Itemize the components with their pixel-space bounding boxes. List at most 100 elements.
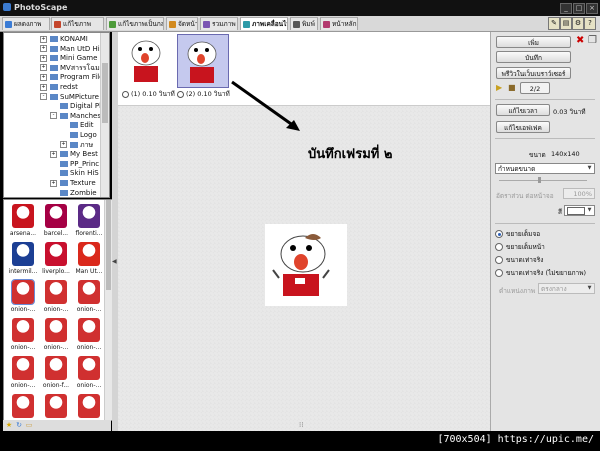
tab-2[interactable]: แก้ไขภาพ — [51, 17, 104, 30]
close-window-button[interactable]: × — [586, 3, 598, 14]
tree-item[interactable]: - SuMPicture — [40, 92, 99, 102]
fit-mode-radio[interactable]: ขยายเต็มหน้า — [495, 243, 545, 252]
tab-5[interactable]: รวมภาพ — [200, 17, 238, 30]
expand-toggle-icon[interactable]: + — [40, 83, 47, 91]
tree-item[interactable]: + Texture — [50, 178, 96, 188]
preview-browser-button[interactable]: พรีวิวในเว็บเบราว์เซอร์ — [496, 67, 571, 79]
copy-icon[interactable]: ❐ — [588, 36, 597, 46]
tree-item[interactable]: + My Best — [50, 149, 98, 159]
tab-4[interactable]: จัดหน้า — [166, 17, 198, 30]
change-time-button[interactable]: แก้ไขเวลา — [496, 104, 550, 116]
folder-icon[interactable]: ▤ — [560, 17, 572, 30]
expand-toggle-icon[interactable]: + — [50, 179, 57, 187]
thumbnail-item[interactable] — [39, 392, 73, 420]
tree-item[interactable]: - Manches — [50, 111, 101, 121]
change-effect-button[interactable]: แก้ไขเอฟเฟค — [496, 121, 550, 133]
fit-mode-radio[interactable]: ขนาดเท่าจริง (ไม่ขยายภาพ) — [495, 269, 586, 278]
tree-item[interactable]: + Mini Game — [40, 53, 97, 63]
edit-icon[interactable]: ✎ — [548, 17, 560, 30]
thumbnail-item[interactable]: onion-... — [39, 316, 73, 354]
expand-toggle-icon[interactable]: + — [50, 150, 57, 158]
expand-toggle-icon[interactable]: + — [40, 35, 47, 43]
fit-mode-radio[interactable]: ขนาดเท่าจริง — [495, 256, 543, 265]
delete-icon[interactable]: ✖ — [576, 36, 584, 46]
fit-mode-radio[interactable]: ขยายเต็มจอ — [495, 230, 540, 239]
thumbnail-item[interactable]: onion-... — [72, 316, 106, 354]
play-icon[interactable]: ▶ — [496, 83, 502, 93]
thumbnail-item[interactable]: onion-... — [6, 354, 40, 392]
expand-toggle-icon[interactable]: + — [40, 45, 47, 53]
tree-item[interactable]: + ภาษ — [60, 140, 93, 150]
thumbnail-item[interactable] — [6, 392, 40, 420]
tree-item[interactable]: Digital Pl — [50, 101, 101, 111]
resize-grip-icon[interactable]: ⁞⁞ — [299, 421, 309, 429]
add-frame-button[interactable]: เพิ่ม — [496, 36, 571, 48]
tab-icon — [323, 21, 330, 28]
thumbnail-item[interactable]: onion-... — [72, 278, 106, 316]
stop-icon[interactable]: ■ — [508, 83, 516, 93]
thumbnail-item[interactable] — [72, 392, 106, 420]
radio-dot[interactable] — [495, 256, 503, 264]
tree-item[interactable]: + KONAMI — [40, 34, 88, 44]
tab-7[interactable]: พิมพ์ — [290, 17, 318, 30]
size-preset-select[interactable]: กำหนดขนาด ▼ — [495, 163, 595, 174]
tree-item[interactable]: PP_Princ — [50, 159, 99, 169]
ratio-input[interactable]: 100% — [563, 188, 595, 199]
expand-toggle-icon[interactable]: + — [40, 64, 47, 72]
thumbnail-item[interactable]: Man Ut... — [72, 240, 106, 278]
clock-icon — [122, 90, 129, 98]
animation-frame[interactable] — [177, 34, 229, 88]
settings-icon[interactable]: ⚙ — [572, 17, 584, 30]
tree-item[interactable]: + MVสารรโฉม — [40, 63, 100, 73]
tree-item[interactable]: Zombie — [50, 188, 97, 197]
tree-item[interactable]: + Man UtD Hiçi — [40, 44, 105, 54]
animation-frame[interactable] — [122, 34, 172, 86]
minimize-button[interactable]: _ — [560, 3, 572, 14]
expand-toggle-icon[interactable]: + — [40, 73, 47, 81]
thumbnail-image — [12, 242, 34, 266]
tab-6[interactable]: ภาพเคลื่อนไหว — [240, 17, 288, 30]
tree-item[interactable]: Logo — [60, 130, 97, 140]
thumbnail-caption: onion-... — [76, 344, 102, 351]
tab-8[interactable]: หน้าหลัก — [320, 17, 358, 30]
expand-toggle-icon[interactable]: - — [50, 112, 57, 120]
star-icon[interactable]: ★ — [5, 421, 13, 429]
thumbnail-item[interactable]: arsena... — [6, 202, 40, 240]
color-picker[interactable]: ▼ — [564, 205, 595, 216]
thumbnail-item[interactable]: onion-f... — [39, 354, 73, 392]
size-slider-thumb[interactable] — [538, 177, 541, 183]
thumbnail-item[interactable]: barcel... — [39, 202, 73, 240]
tab-icon — [243, 21, 250, 28]
tree-item[interactable]: + Program File — [40, 72, 103, 82]
thumbnail-item[interactable]: onion-... — [39, 278, 73, 316]
thumbnail-grid[interactable]: arsena... barcel... florenti... intermil...… — [3, 199, 113, 421]
help-icon[interactable]: ? — [584, 17, 596, 30]
thumbnail-item[interactable]: onion-... — [6, 316, 40, 354]
thumbnail-item[interactable]: onion-... — [6, 278, 40, 316]
tree-item-label: Man UtD Hiçi — [60, 44, 106, 53]
radio-dot[interactable] — [495, 243, 503, 251]
thumbnail-item[interactable]: intermil... — [6, 240, 40, 278]
expand-toggle-icon[interactable]: + — [40, 54, 47, 62]
thumbnail-item[interactable]: liverplo... — [39, 240, 73, 278]
size-slider[interactable] — [499, 180, 587, 181]
expand-toggle-icon[interactable]: + — [60, 141, 67, 149]
tree-scrollbar[interactable] — [100, 33, 109, 197]
maximize-button[interactable]: □ — [573, 3, 585, 14]
save-button[interactable]: บันทึก — [496, 51, 571, 63]
tree-item[interactable]: + redst — [40, 82, 78, 92]
position-select[interactable]: ตรงกลาง ▼ — [538, 283, 595, 294]
radio-dot[interactable] — [495, 269, 503, 277]
thumbnail-item[interactable]: florenti... — [72, 202, 106, 240]
tab-3[interactable]: แก้ไขภาพเป็นกลุ่ม — [106, 17, 164, 30]
expand-toggle-icon[interactable]: - — [40, 93, 47, 101]
folder-tree[interactable]: + KONAMI + Man UtD Hiçi + Mini Game + MVสารรโฉม… — [3, 32, 110, 198]
thumbnail-scrollbar[interactable] — [104, 200, 112, 420]
folder-open-icon[interactable]: ▭ — [25, 421, 33, 429]
tree-item[interactable]: Edit — [60, 120, 94, 130]
refresh-icon[interactable]: ↻ — [15, 421, 23, 429]
thumbnail-item[interactable]: onion-... — [72, 354, 106, 392]
tree-item[interactable]: Skin HiS — [50, 168, 99, 178]
tab-1[interactable]: ผลดงภาพ — [2, 17, 50, 30]
radio-dot[interactable] — [495, 230, 503, 238]
